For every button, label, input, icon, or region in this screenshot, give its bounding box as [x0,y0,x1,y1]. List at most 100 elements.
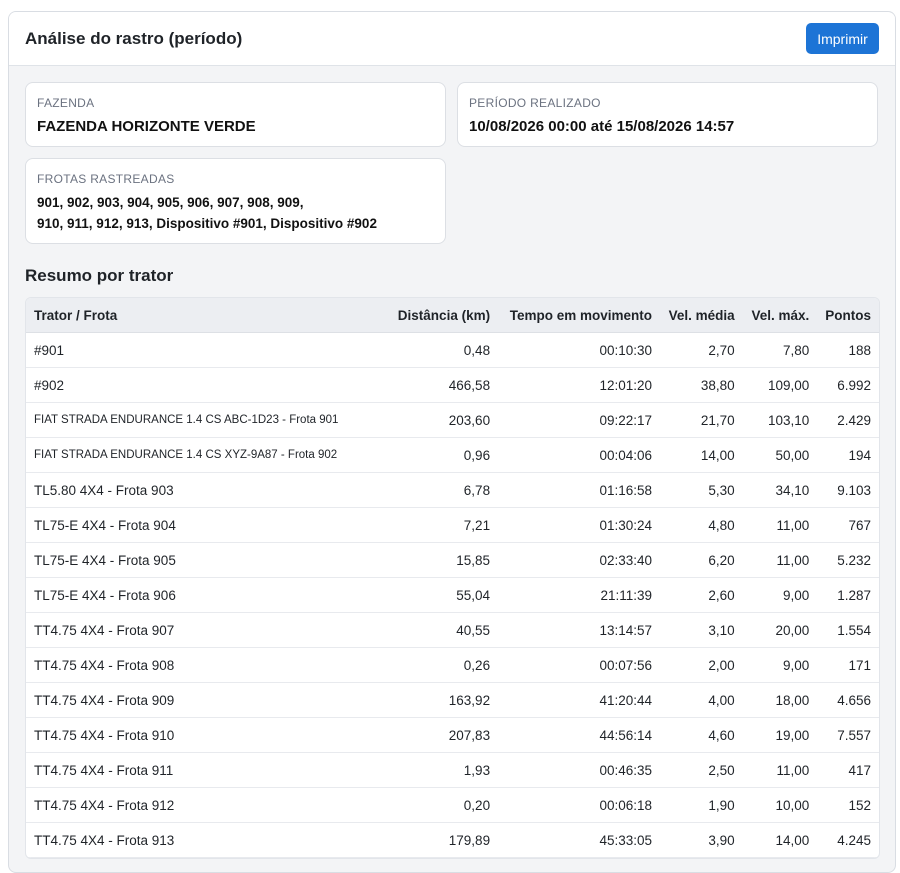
table-row: TT4.75 4X4 - Frota 912 0,20 00:06:18 1,90 10… [26,787,879,823]
cell-max-speed: 109,00 [742,367,818,403]
cell-moving-time: 00:46:35 [498,752,661,788]
column-header-distance: Distância (km) [346,298,499,333]
cell-moving-time: 09:22:17 [498,402,661,438]
cell-points: 1.287 [817,577,879,613]
cell-avg-speed: 2,70 [660,332,743,368]
cell-max-speed: 103,10 [742,402,818,438]
cell-points: 5.232 [817,542,879,578]
cell-avg-speed: 4,60 [660,717,743,753]
cell-tractor: TT4.75 4X4 - Frota 909 [26,682,347,718]
cell-points: 2.429 [817,402,879,438]
cell-distance: 163,92 [346,682,499,718]
cell-avg-speed: 6,20 [660,542,743,578]
period-value: 10/08/2026 00:00 até 15/08/2026 14:57 [469,118,735,135]
table-row: TL75-E 4X4 - Frota 904 7,21 01:30:24 4,80 11… [26,507,879,543]
table-row: TT4.75 4X4 - Frota 908 0,26 00:07:56 2,00 9,… [26,647,879,683]
cell-moving-time: 00:07:56 [498,647,661,683]
cell-tractor: TL5.80 4X4 - Frota 903 [26,472,347,508]
page-title: Análise do rastro (período) [25,28,243,48]
report-panel: Análise do rastro (período) Imprimir FAZ… [8,11,896,873]
cell-distance: 7,21 [346,507,499,543]
cell-distance: 0,96 [346,437,499,473]
cell-avg-speed: 21,70 [660,402,743,438]
cell-max-speed: 20,00 [742,612,818,648]
cell-tractor: TL75-E 4X4 - Frota 906 [26,577,347,613]
cell-moving-time: 45:33:05 [498,822,661,858]
table-row: TL75-E 4X4 - Frota 905 15,85 02:33:40 6,20 1… [26,542,879,578]
cell-avg-speed: 3,90 [660,822,743,858]
cell-points: 6.992 [817,367,879,403]
column-header-tractor: Trator / Frota [26,298,347,333]
table-row: TT4.75 4X4 - Frota 913 179,89 45:33:05 3,90… [26,822,879,858]
column-header-avg-speed: Vel. média [660,298,743,333]
table-header-row: Trator / Frota Distância (km) Tempo em m… [26,298,879,333]
cell-moving-time: 01:30:24 [498,507,661,543]
column-header-max-speed: Vel. máx. [742,298,818,333]
cell-avg-speed: 3,10 [660,612,743,648]
cell-tractor: TT4.75 4X4 - Frota 910 [26,717,347,753]
cell-points: 417 [817,752,879,788]
fleets-value: 901, 902, 903, 904, 905, 906, 907, 908, … [37,192,434,234]
cell-tractor: TT4.75 4X4 - Frota 913 [26,822,347,858]
cell-max-speed: 19,00 [742,717,818,753]
farm-label: FAZENDA [37,96,95,110]
fleets-line-2: 910, 911, 912, 913, Dispositivo #901, Di… [37,216,377,231]
table-body: #901 0,48 00:10:30 2,70 7,80 188 #902 466,58 12:… [26,332,879,858]
cell-tractor: FIAT STRADA ENDURANCE 1.4 CS XYZ-9A87 - … [26,437,347,473]
cell-distance: 1,93 [346,752,499,788]
column-header-points: Pontos [817,298,879,333]
cell-points: 152 [817,787,879,823]
column-header-moving-time: Tempo em movimento [498,298,661,333]
cell-points: 188 [817,332,879,368]
cell-moving-time: 00:10:30 [498,332,661,368]
cell-tractor: #901 [26,332,347,368]
cell-max-speed: 11,00 [742,752,818,788]
cell-points: 4.245 [817,822,879,858]
farm-value: FAZENDA HORIZONTE VERDE [37,118,256,135]
cell-avg-speed: 5,30 [660,472,743,508]
cell-distance: 0,26 [346,647,499,683]
cell-distance: 207,83 [346,717,499,753]
cell-max-speed: 9,00 [742,577,818,613]
cell-max-speed: 11,00 [742,507,818,543]
cell-tractor: TL75-E 4X4 - Frota 905 [26,542,347,578]
print-button[interactable]: Imprimir [806,23,879,54]
cell-distance: 6,78 [346,472,499,508]
fleets-card: FROTAS RASTREADAS 901, 902, 903, 904, 90… [25,158,446,244]
cell-tractor: TT4.75 4X4 - Frota 911 [26,752,347,788]
summary-title: Resumo por trator [25,266,174,285]
cell-points: 9.103 [817,472,879,508]
table-row: #901 0,48 00:10:30 2,70 7,80 188 [26,332,879,368]
cell-moving-time: 21:11:39 [498,577,661,613]
cell-points: 171 [817,647,879,683]
cell-moving-time: 44:56:14 [498,717,661,753]
cell-avg-speed: 14,00 [660,437,743,473]
cell-distance: 0,20 [346,787,499,823]
table-row: TL75-E 4X4 - Frota 906 55,04 21:11:39 2,60 9… [26,577,879,613]
cell-avg-speed: 4,80 [660,507,743,543]
cell-moving-time: 00:04:06 [498,437,661,473]
summary-table: Trator / Frota Distância (km) Tempo em m… [26,298,879,858]
table-row: TT4.75 4X4 - Frota 910 207,83 44:56:14 4,60… [26,717,879,753]
cell-moving-time: 12:01:20 [498,367,661,403]
summary-table-wrapper: Trator / Frota Distância (km) Tempo em m… [25,297,880,859]
cell-moving-time: 02:33:40 [498,542,661,578]
cell-points: 1.554 [817,612,879,648]
cell-max-speed: 10,00 [742,787,818,823]
cell-tractor: TT4.75 4X4 - Frota 912 [26,787,347,823]
fleets-label: FROTAS RASTREADAS [37,172,175,186]
cell-tractor: TT4.75 4X4 - Frota 907 [26,612,347,648]
panel-header: Análise do rastro (período) Imprimir [9,12,895,66]
cell-moving-time: 01:16:58 [498,472,661,508]
cell-distance: 179,89 [346,822,499,858]
cell-avg-speed: 4,00 [660,682,743,718]
table-row: TL5.80 4X4 - Frota 903 6,78 01:16:58 5,30 34… [26,472,879,508]
cell-distance: 15,85 [346,542,499,578]
cell-points: 194 [817,437,879,473]
period-card: PERÍODO REALIZADO 10/08/2026 00:00 até 1… [457,82,878,147]
cell-distance: 203,60 [346,402,499,438]
cell-points: 4.656 [817,682,879,718]
cell-avg-speed: 1,90 [660,787,743,823]
cell-distance: 40,55 [346,612,499,648]
cell-moving-time: 13:14:57 [498,612,661,648]
